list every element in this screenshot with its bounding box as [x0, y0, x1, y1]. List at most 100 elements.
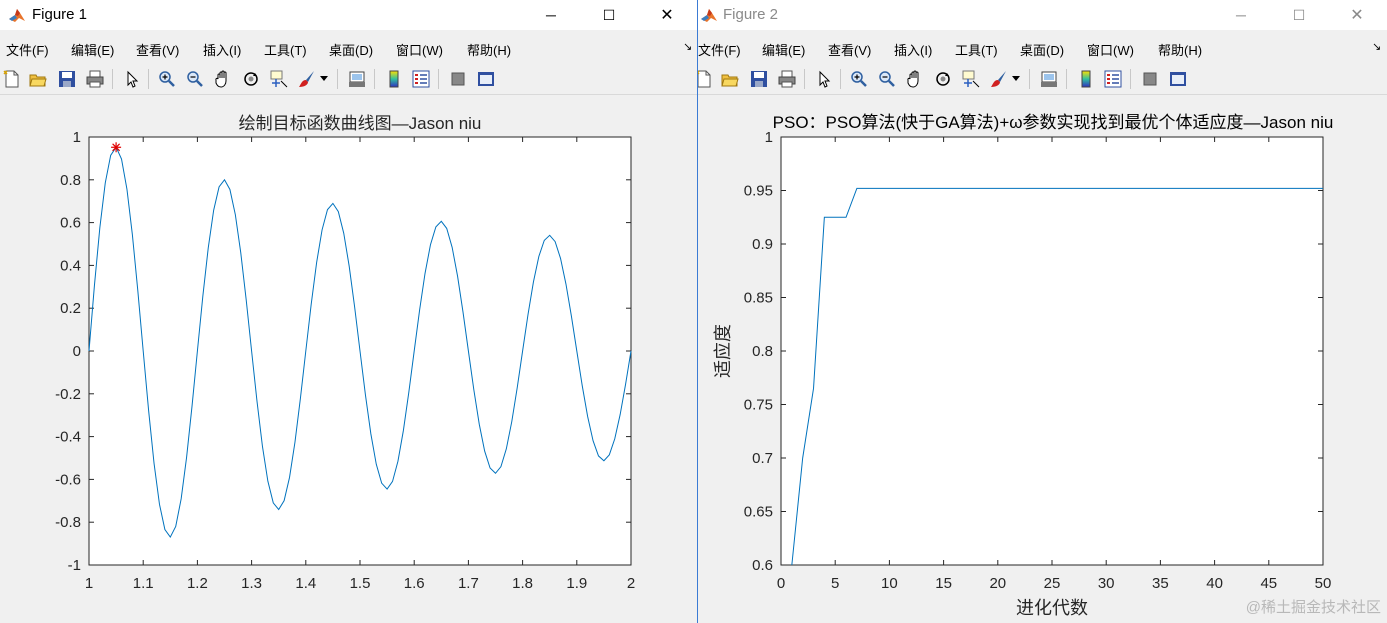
- toolbar-separator: [374, 69, 375, 89]
- x-tick-label: 30: [1098, 575, 1115, 592]
- menu-help[interactable]: 帮助(H): [1158, 40, 1202, 59]
- x-tick-label: 25: [1044, 575, 1061, 592]
- y-tick-label: 0.75: [744, 397, 773, 414]
- toolbar-separator: [438, 69, 439, 89]
- figure-toolbar: [0, 62, 697, 95]
- figure-toolbar: [698, 62, 1387, 95]
- menu-desktop[interactable]: 桌面(D): [329, 40, 373, 59]
- x-tick-label: 1.3: [241, 575, 262, 592]
- toolbar-separator: [1029, 69, 1030, 89]
- insert-colorbar-icon[interactable]: [384, 69, 404, 89]
- zoom-in-icon[interactable]: [157, 69, 177, 89]
- print-icon[interactable]: [85, 69, 105, 89]
- x-tick-label: 1.6: [404, 575, 425, 592]
- show-plot-tools-icon[interactable]: [476, 69, 496, 89]
- edit-plot-arrow-icon[interactable]: [814, 69, 834, 89]
- objective-function-chart: 1 1.1 1.2 1.3 1.4 1.5 1.6 1.7 1.8 1.9 2 -1 -0.8 -0.6…: [55, 114, 635, 592]
- menu-dock-arrow-icon[interactable]: ↘: [683, 40, 692, 53]
- insert-legend-icon[interactable]: [411, 69, 431, 89]
- toolbar-separator: [148, 69, 149, 89]
- save-icon[interactable]: [57, 69, 77, 89]
- hide-plot-tools-icon[interactable]: [448, 69, 468, 89]
- data-cursor-icon[interactable]: [961, 69, 981, 89]
- figure2-window: Figure 2 ─ ☐ ✕ 文件(F) 编辑(E) 查看(V) 插入(I) 工…: [698, 0, 1387, 623]
- y-tick-label: 0.95: [744, 183, 773, 200]
- figure2-plot-area: 0 5 10 15 20 25 30 35 40 45 50 0.6 0.65 0.7 0.75 0.8 0.…: [698, 96, 1387, 623]
- x-axis-label: 进化代数: [1016, 598, 1088, 619]
- y-tick-label: -0.6: [55, 471, 81, 488]
- menu-file[interactable]: 文件(F): [698, 40, 741, 59]
- figure2-titlebar[interactable]: Figure 2 ─ ☐ ✕: [698, 0, 1387, 30]
- rotate-3d-icon[interactable]: [241, 69, 261, 89]
- new-figure-icon[interactable]: [698, 69, 714, 89]
- minimize-button[interactable]: ─: [528, 0, 574, 30]
- y-tick-label: 0.85: [744, 290, 773, 307]
- new-figure-icon[interactable]: [2, 69, 22, 89]
- x-tick-label: 40: [1206, 575, 1223, 592]
- menu-file[interactable]: 文件(F): [6, 40, 49, 59]
- close-button[interactable]: ✕: [1334, 0, 1380, 30]
- toolbar-separator: [840, 69, 841, 89]
- y-tick-label: 1: [73, 129, 81, 146]
- link-plot-icon[interactable]: [1039, 69, 1059, 89]
- menu-insert[interactable]: 插入(I): [894, 40, 932, 59]
- maximize-button[interactable]: ☐: [1276, 0, 1322, 30]
- print-icon[interactable]: [777, 69, 797, 89]
- y-tick-label: -1: [68, 557, 81, 574]
- y-tick-label: 0.6: [60, 215, 81, 232]
- open-file-icon[interactable]: [720, 69, 740, 89]
- menu-view[interactable]: 查看(V): [136, 40, 179, 59]
- menu-desktop[interactable]: 桌面(D): [1020, 40, 1064, 59]
- chart-title: 绘制目标函数曲线图—Jason niu: [239, 114, 482, 133]
- hide-plot-tools-icon[interactable]: [1140, 69, 1160, 89]
- zoom-out-icon[interactable]: [185, 69, 205, 89]
- x-tick-label: 20: [989, 575, 1006, 592]
- menu-edit[interactable]: 编辑(E): [762, 40, 805, 59]
- brush-dropdown-arrow-icon[interactable]: [319, 69, 329, 89]
- brush-dropdown-arrow-icon[interactable]: [1011, 69, 1021, 89]
- menu-window[interactable]: 窗口(W): [396, 40, 443, 59]
- menu-dock-arrow-icon[interactable]: ↘: [1372, 40, 1381, 53]
- matlab-logo-icon: [8, 6, 26, 24]
- save-icon[interactable]: [749, 69, 769, 89]
- figure1-window: Figure 1 ─ ☐ ✕ 文件(F) 编辑(E) 查看(V) 插入(I) 工…: [0, 0, 697, 623]
- figure1-plot-area: 1 1.1 1.2 1.3 1.4 1.5 1.6 1.7 1.8 1.9 2 -1 -0.8 -0.6…: [0, 96, 697, 623]
- menu-window[interactable]: 窗口(W): [1087, 40, 1134, 59]
- watermark: @稀土掘金技术社区: [1245, 599, 1381, 616]
- menu-tools[interactable]: 工具(T): [264, 40, 307, 59]
- menu-edit[interactable]: 编辑(E): [71, 40, 114, 59]
- window-title: Figure 2: [723, 6, 779, 23]
- insert-colorbar-icon[interactable]: [1076, 69, 1096, 89]
- minimize-button[interactable]: ─: [1218, 0, 1264, 30]
- close-button[interactable]: ✕: [644, 0, 690, 30]
- insert-legend-icon[interactable]: [1103, 69, 1123, 89]
- menu-help[interactable]: 帮助(H): [467, 40, 511, 59]
- link-plot-icon[interactable]: [347, 69, 367, 89]
- window-title: Figure 1: [32, 6, 88, 23]
- y-tick-label: 0.6: [752, 557, 773, 574]
- edit-plot-arrow-icon[interactable]: [122, 69, 142, 89]
- pan-hand-icon[interactable]: [905, 69, 925, 89]
- menu-view[interactable]: 查看(V): [828, 40, 871, 59]
- zoom-out-icon[interactable]: [877, 69, 897, 89]
- zoom-in-icon[interactable]: [849, 69, 869, 89]
- toolbar-separator: [1130, 69, 1131, 89]
- brush-icon[interactable]: [989, 69, 1009, 89]
- maximize-button[interactable]: ☐: [586, 0, 632, 30]
- data-cursor-icon[interactable]: [269, 69, 289, 89]
- menu-tools[interactable]: 工具(T): [955, 40, 998, 59]
- open-file-icon[interactable]: [28, 69, 48, 89]
- y-tick-label: 0.65: [744, 504, 773, 521]
- show-plot-tools-icon[interactable]: [1168, 69, 1188, 89]
- x-tick-label: 1: [85, 575, 93, 592]
- y-tick-label: 0.2: [60, 300, 81, 317]
- figure1-titlebar[interactable]: Figure 1 ─ ☐ ✕: [0, 0, 697, 30]
- brush-icon[interactable]: [297, 69, 317, 89]
- x-tick-label: 1.8: [512, 575, 533, 592]
- y-tick-label: 0.9: [752, 236, 773, 253]
- rotate-3d-icon[interactable]: [933, 69, 953, 89]
- y-tick-label: 0.8: [60, 172, 81, 189]
- pan-hand-icon[interactable]: [213, 69, 233, 89]
- menu-insert[interactable]: 插入(I): [203, 40, 241, 59]
- y-tick-label: 0.8: [752, 343, 773, 360]
